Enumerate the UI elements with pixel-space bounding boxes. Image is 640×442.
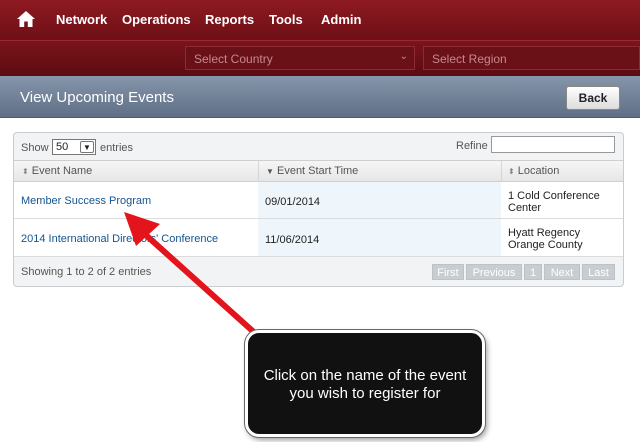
instruction-callout-text: Click on the name of the event you wish …: [263, 367, 467, 402]
instruction-callout: Click on the name of the event you wish …: [245, 330, 485, 437]
